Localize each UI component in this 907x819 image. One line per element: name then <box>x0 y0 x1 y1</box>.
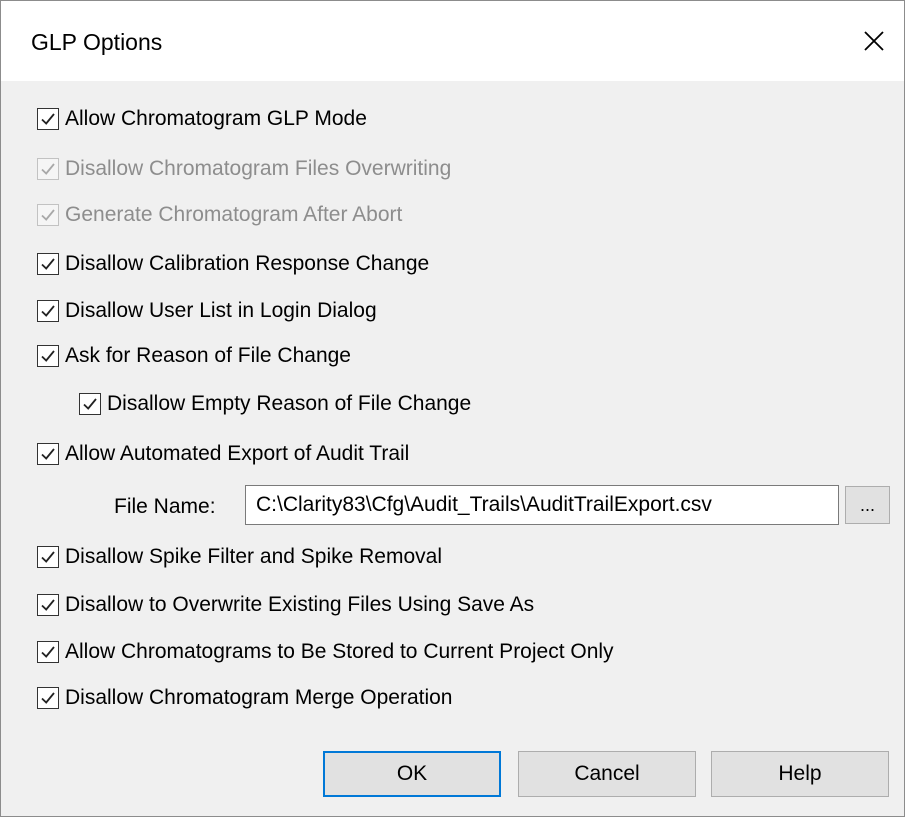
help-button[interactable]: Help <box>711 751 889 797</box>
checkbox-box[interactable] <box>37 253 59 275</box>
checkmark-icon <box>41 209 55 221</box>
checkbox-label: Disallow Empty Reason of File Change <box>107 392 472 415</box>
checkbox-box[interactable] <box>37 546 59 568</box>
title-bar: GLP Options <box>1 1 904 81</box>
dialog-title: GLP Options <box>31 29 163 55</box>
checkmark-icon <box>41 599 55 611</box>
checkbox-disallow-chromatogram-merge-operation[interactable]: Disallow Chromatogram Merge Operation <box>37 683 453 713</box>
checkbox-label: Disallow Spike Filter and Spike Removal <box>65 545 442 568</box>
checkbox-box[interactable] <box>37 443 59 465</box>
browse-button[interactable]: ... <box>845 486 890 524</box>
checkmark-icon <box>41 113 55 125</box>
checkmark-icon <box>41 551 55 563</box>
file-name-input[interactable] <box>245 485 839 525</box>
checkbox-disallow-chromatogram-files-overwriting: Disallow Chromatogram Files Overwriting <box>37 154 451 184</box>
checkbox-box[interactable] <box>37 687 59 709</box>
close-icon <box>864 31 884 51</box>
checkbox-label: Ask for Reason of File Change <box>65 344 351 367</box>
checkmark-icon <box>41 163 55 175</box>
checkbox-label: Disallow User List in Login Dialog <box>65 299 377 322</box>
checkbox-label: Allow Automated Export of Audit Trail <box>65 442 410 465</box>
checkmark-icon <box>41 692 55 704</box>
close-button[interactable] <box>844 11 904 71</box>
checkbox-label: Disallow Chromatogram Merge Operation <box>65 686 453 709</box>
checkbox-label: Disallow Chromatogram Files Overwriting <box>65 157 452 180</box>
checkbox-disallow-user-list-in-login-dialog[interactable]: Disallow User List in Login Dialog <box>37 296 377 326</box>
checkbox-label: Disallow to Overwrite Existing Files Usi… <box>65 593 535 616</box>
checkbox-box[interactable] <box>37 108 59 130</box>
checkbox-label: Disallow Calibration Response Change <box>65 252 430 275</box>
file-name-label: File Name: <box>114 495 216 518</box>
glp-options-dialog: GLP Options Allow Chromatogram GLP Mode … <box>0 0 905 817</box>
checkbox-ask-for-reason-of-file-change[interactable]: Ask for Reason of File Change <box>37 341 351 371</box>
checkbox-label: Allow Chromatogram GLP Mode <box>65 107 367 130</box>
checkbox-allow-chromatograms-stored-current-project-only[interactable]: Allow Chromatograms to Be Stored to Curr… <box>37 637 614 667</box>
checkbox-allow-chromatogram-glp-mode[interactable]: Allow Chromatogram GLP Mode <box>37 104 367 134</box>
checkbox-box[interactable] <box>37 594 59 616</box>
checkbox-label: Allow Chromatograms to Be Stored to Curr… <box>65 640 614 663</box>
checkmark-icon <box>41 305 55 317</box>
checkmark-icon <box>41 350 55 362</box>
checkmark-icon <box>83 398 97 410</box>
checkbox-box <box>37 204 59 226</box>
checkmark-icon <box>41 646 55 658</box>
checkbox-box[interactable] <box>37 300 59 322</box>
checkbox-disallow-calibration-response-change[interactable]: Disallow Calibration Response Change <box>37 249 429 279</box>
ok-button[interactable]: OK <box>323 751 501 797</box>
checkbox-disallow-spike-filter-and-spike-removal[interactable]: Disallow Spike Filter and Spike Removal <box>37 542 442 572</box>
checkbox-disallow-empty-reason-of-file-change[interactable]: Disallow Empty Reason of File Change <box>79 389 471 419</box>
checkmark-icon <box>41 258 55 270</box>
checkbox-box <box>37 158 59 180</box>
checkbox-box[interactable] <box>37 641 59 663</box>
checkbox-box[interactable] <box>37 345 59 367</box>
checkbox-allow-automated-export-of-audit-trail[interactable]: Allow Automated Export of Audit Trail <box>37 439 409 469</box>
cancel-button[interactable]: Cancel <box>518 751 696 797</box>
checkmark-icon <box>41 448 55 460</box>
checkbox-box[interactable] <box>79 393 101 415</box>
checkbox-generate-chromatogram-after-abort: Generate Chromatogram After Abort <box>37 200 402 230</box>
checkbox-label: Generate Chromatogram After Abort <box>65 203 403 226</box>
checkbox-disallow-overwrite-existing-files-using-save-as[interactable]: Disallow to Overwrite Existing Files Usi… <box>37 590 534 620</box>
